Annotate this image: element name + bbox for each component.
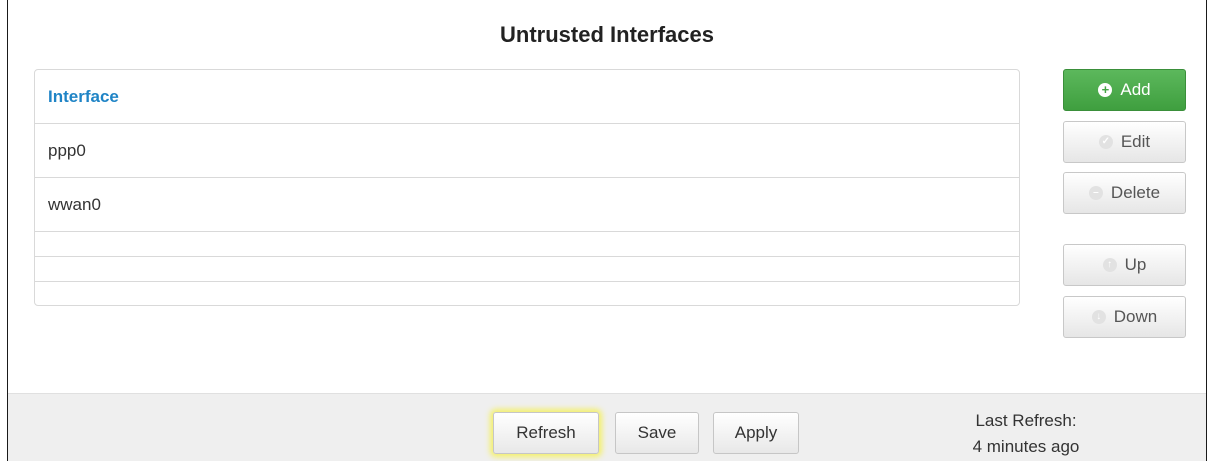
arrow-down-circle-icon: ↓: [1091, 310, 1106, 324]
untrusted-interfaces-panel: Untrusted Interfaces Interface ppp0 wwan…: [7, 0, 1207, 461]
delete-button[interactable]: – Delete: [1063, 172, 1186, 214]
arrow-up-circle-icon: ↑: [1102, 258, 1117, 272]
refresh-button[interactable]: Refresh: [493, 412, 599, 454]
panel-title: Untrusted Interfaces: [500, 22, 714, 47]
edit-button-label: Edit: [1120, 132, 1151, 151]
last-refresh-label: Last Refresh:: [975, 411, 1077, 430]
table-row[interactable]: wwan0: [35, 178, 1019, 232]
plus-circle-icon: +: [1098, 83, 1113, 97]
empty-row: [35, 282, 1019, 305]
interfaces-table: Interface ppp0 wwan0: [34, 69, 1020, 306]
table-row[interactable]: ppp0: [35, 124, 1019, 178]
up-button-label: Up: [1124, 255, 1147, 274]
check-circle-icon: ✓: [1098, 135, 1113, 149]
add-button-label: Add: [1120, 80, 1151, 99]
table-header-interface[interactable]: Interface: [35, 70, 1019, 124]
down-button-label: Down: [1113, 307, 1158, 326]
last-refresh-value: 4 minutes ago: [972, 437, 1080, 456]
apply-button[interactable]: Apply: [713, 412, 799, 454]
minus-circle-icon: –: [1088, 186, 1103, 200]
footer-bar: Refresh Save Apply Last Refresh: 4 minut…: [8, 393, 1206, 461]
edit-button[interactable]: ✓ Edit: [1063, 121, 1186, 163]
empty-row: [35, 232, 1019, 257]
last-refresh-status: Last Refresh: 4 minutes ago: [966, 408, 1086, 460]
up-button[interactable]: ↑ Up: [1063, 244, 1186, 286]
add-button[interactable]: + Add: [1063, 69, 1186, 111]
delete-button-label: Delete: [1110, 183, 1161, 202]
empty-row: [35, 257, 1019, 282]
save-button[interactable]: Save: [615, 412, 699, 454]
down-button[interactable]: ↓ Down: [1063, 296, 1186, 338]
